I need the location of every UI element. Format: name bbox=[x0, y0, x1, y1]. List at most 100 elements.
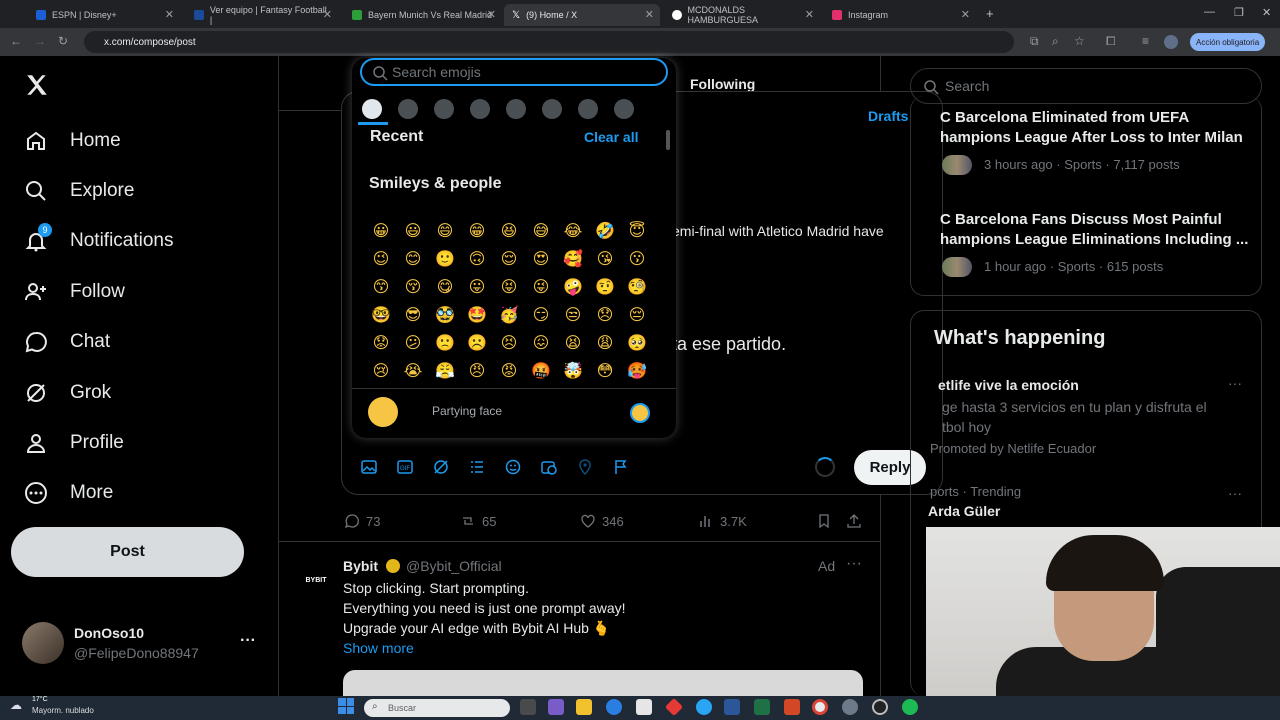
emoji-cell[interactable]: 🤓 bbox=[370, 304, 392, 326]
file-explorer-icon[interactable] bbox=[576, 699, 592, 715]
emoji-cell[interactable]: 😘 bbox=[594, 248, 616, 270]
profile-icon[interactable] bbox=[1164, 35, 1178, 49]
browser-tab[interactable]: ESPN | Disney+ ✕ bbox=[28, 4, 180, 26]
sidebar-item-explore[interactable]: Explore bbox=[24, 179, 134, 203]
chrome-icon[interactable] bbox=[812, 699, 828, 715]
emoji-cell[interactable]: 🙃 bbox=[466, 248, 488, 270]
emoji-cell[interactable]: 😍 bbox=[530, 248, 552, 270]
browser-tab[interactable]: MCDONALDS HAMBURGUESA ✕ bbox=[664, 4, 820, 26]
emoji-cell[interactable]: 😔 bbox=[626, 304, 648, 326]
share-icon[interactable] bbox=[846, 513, 862, 529]
emoji-cell[interactable]: 😉 bbox=[370, 248, 392, 270]
poll-icon[interactable] bbox=[469, 459, 485, 475]
weather-description[interactable]: Mayorm. nublado bbox=[32, 706, 94, 715]
app-icon[interactable] bbox=[696, 699, 712, 715]
views-stat[interactable]: 3.7K bbox=[698, 513, 747, 529]
emoji-cell[interactable]: 🤩 bbox=[466, 304, 488, 326]
emoji-cell[interactable]: 😆 bbox=[498, 220, 520, 242]
sidebar-item-grok[interactable]: Grok bbox=[24, 381, 111, 405]
like-stat[interactable]: 346 bbox=[580, 513, 624, 529]
taskbar-search-input[interactable]: ⌕ Buscar bbox=[364, 699, 510, 717]
symbols-category-icon[interactable] bbox=[614, 99, 634, 119]
tab-close-icon[interactable]: ✕ bbox=[487, 8, 496, 21]
account-switcher[interactable]: DonOso10 @FelipeDono88947 bbox=[22, 622, 199, 664]
emoji-cell[interactable]: 😂 bbox=[562, 220, 584, 242]
objects-category-icon[interactable] bbox=[578, 99, 598, 119]
schedule-icon[interactable] bbox=[541, 459, 557, 475]
url-bar[interactable]: x.com/compose/post bbox=[84, 31, 1014, 53]
minimize-icon[interactable]: — bbox=[1204, 6, 1215, 18]
back-icon[interactable]: ← bbox=[10, 34, 22, 48]
extensions-icon[interactable]: ⧠ bbox=[1106, 34, 1116, 49]
emoji-cell[interactable]: 😎 bbox=[402, 304, 424, 326]
spotify-icon[interactable] bbox=[902, 699, 918, 715]
emoji-cell[interactable]: 😩 bbox=[594, 332, 616, 354]
promo-title[interactable]: etlife vive la emoción bbox=[938, 377, 1079, 393]
emoji-cell[interactable]: 😝 bbox=[498, 276, 520, 298]
gif-icon[interactable]: GIF bbox=[397, 459, 413, 475]
emoji-cell[interactable]: 😟 bbox=[370, 332, 392, 354]
emoji-cell[interactable]: 😞 bbox=[594, 304, 616, 326]
emoji-cell[interactable]: 😚 bbox=[402, 276, 424, 298]
emoji-cell[interactable]: 🤪 bbox=[562, 276, 584, 298]
food-category-icon[interactable] bbox=[470, 99, 490, 119]
emoji-cell[interactable]: 🤯 bbox=[562, 360, 584, 382]
emoji-search-input[interactable]: Search emojis bbox=[360, 58, 668, 86]
image-icon[interactable] bbox=[361, 459, 377, 475]
emoji-cell[interactable]: 🙂 bbox=[434, 248, 456, 270]
reload-icon[interactable]: ↻ bbox=[58, 34, 68, 48]
smileys-category-icon[interactable] bbox=[398, 99, 418, 119]
drafts-button[interactable]: Drafts bbox=[868, 108, 908, 124]
skin-tone-selector[interactable] bbox=[630, 403, 650, 423]
emoji-cell[interactable]: 😖 bbox=[530, 332, 552, 354]
news-title[interactable]: hampions League Eliminations Including .… bbox=[940, 231, 1248, 248]
tab-following[interactable]: Following bbox=[690, 76, 755, 92]
action-required-button[interactable]: Acción obligatoria bbox=[1190, 33, 1266, 51]
flag-icon[interactable] bbox=[613, 459, 629, 475]
powerpoint-icon[interactable] bbox=[784, 699, 800, 715]
emoji-cell[interactable]: 🤣 bbox=[594, 220, 616, 242]
emoji-cell[interactable]: 🥵 bbox=[626, 360, 648, 382]
sidebar-item-chat[interactable]: Chat bbox=[24, 330, 110, 354]
emoji-cell[interactable]: 😭 bbox=[402, 360, 424, 382]
emoji-cell[interactable]: 😠 bbox=[466, 360, 488, 382]
news-title[interactable]: C Barcelona Fans Discuss Most Painful bbox=[940, 211, 1222, 228]
emoji-cell[interactable]: 😣 bbox=[498, 332, 520, 354]
bookmark-star-icon[interactable]: ☆ bbox=[1074, 34, 1085, 48]
tab-close-icon[interactable]: ✕ bbox=[165, 8, 174, 21]
emoji-cell[interactable]: 🥺 bbox=[626, 332, 648, 354]
bookmark-icon[interactable] bbox=[816, 513, 832, 529]
compose-textarea[interactable]: ta ese partido. bbox=[672, 334, 786, 355]
browser-tab-active[interactable]: 𝕏 (9) Home / X ✕ bbox=[504, 4, 660, 26]
windows-start-icon[interactable] bbox=[338, 698, 354, 714]
emoji-cell[interactable]: 🥸 bbox=[434, 304, 456, 326]
clear-all-button[interactable]: Clear all bbox=[584, 129, 638, 145]
emoji-cell[interactable]: 😢 bbox=[370, 360, 392, 382]
news-title[interactable]: C Barcelona Eliminated from UEFA bbox=[940, 109, 1189, 126]
animals-category-icon[interactable] bbox=[434, 99, 454, 119]
tab-close-icon[interactable]: ✕ bbox=[961, 8, 970, 21]
sidebar-item-more[interactable]: More bbox=[24, 481, 113, 505]
news-title[interactable]: hampions League After Loss to Inter Mila… bbox=[940, 129, 1243, 146]
emoji-cell[interactable]: 😛 bbox=[466, 276, 488, 298]
repost-stat[interactable]: 65 bbox=[460, 513, 496, 529]
activity-category-icon[interactable] bbox=[506, 99, 526, 119]
picker-scrollbar[interactable] bbox=[666, 130, 670, 150]
app-icon[interactable] bbox=[872, 699, 888, 715]
emoji-cell[interactable]: 🥳 bbox=[498, 304, 520, 326]
ad-author-handle[interactable]: @Bybit_Official bbox=[406, 558, 502, 574]
ad-more-icon[interactable]: ··· bbox=[846, 555, 862, 573]
emoji-icon[interactable] bbox=[505, 459, 521, 475]
emoji-cell[interactable]: 😡 bbox=[498, 360, 520, 382]
store-icon[interactable] bbox=[636, 699, 652, 715]
emoji-cell[interactable]: 🥰 bbox=[562, 248, 584, 270]
trend-more-icon[interactable]: ··· bbox=[1228, 485, 1242, 501]
recent-category-icon[interactable] bbox=[362, 99, 382, 119]
travel-category-icon[interactable] bbox=[542, 99, 562, 119]
maximize-icon[interactable]: ❐ bbox=[1234, 6, 1244, 19]
tab-close-icon[interactable]: ✕ bbox=[323, 8, 332, 21]
tab-close-icon[interactable]: ✕ bbox=[645, 8, 654, 21]
ad-author-name[interactable]: Bybit bbox=[343, 558, 378, 574]
install-icon[interactable]: ⧉ bbox=[1030, 34, 1039, 49]
promo-more-icon[interactable]: ··· bbox=[1228, 375, 1242, 391]
